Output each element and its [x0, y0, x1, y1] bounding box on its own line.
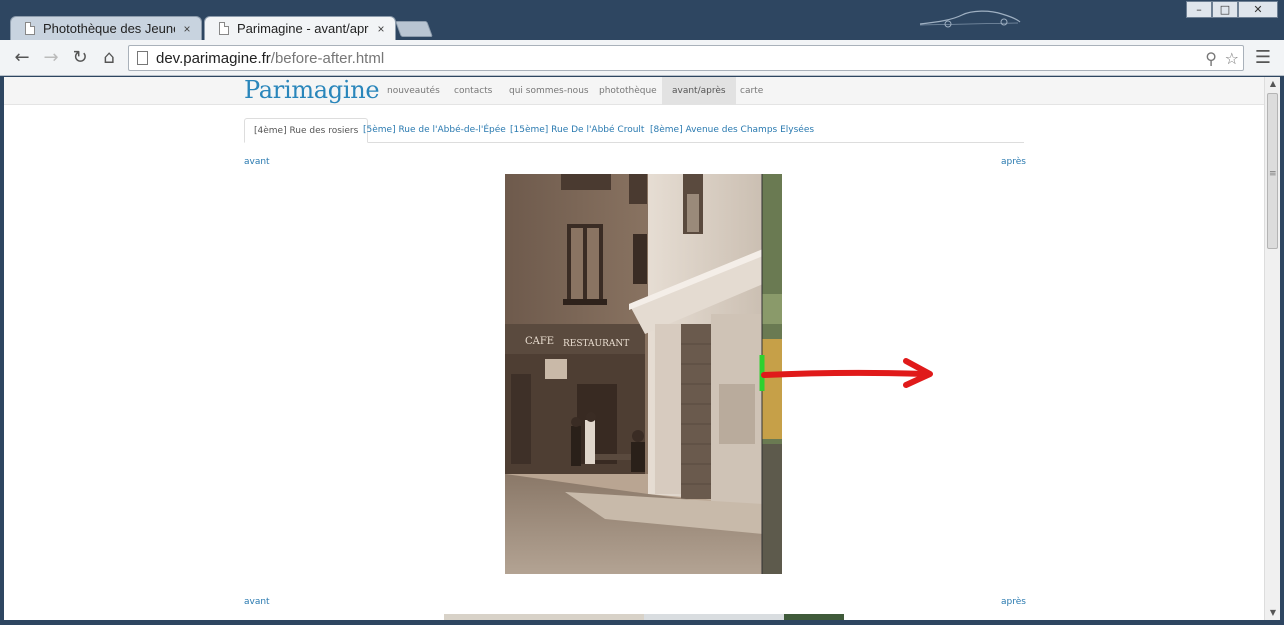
- tab-title: Photothèque des Jeunes P: [43, 21, 175, 36]
- scroll-grip-icon: ≡: [1269, 169, 1277, 179]
- restaurant-sign-text: RESTAURANT: [563, 339, 629, 349]
- browser-toolbar: ← → ↻ ⌂ dev.parimagine.fr/before-after.h…: [0, 40, 1284, 76]
- star-icon[interactable]: ☆: [1225, 49, 1239, 68]
- before-after-photo[interactable]: CAFE RESTAURANT: [505, 174, 782, 574]
- car-theme-logo: [919, 10, 1021, 28]
- tab-champs-elysees[interactable]: [8ème] Avenue des Champs Elysées: [641, 118, 823, 143]
- nav-contacts[interactable]: contacts: [444, 77, 502, 105]
- second-comparison-photo[interactable]: [444, 614, 844, 620]
- browser-tab-parimagine[interactable]: Parimagine - avant/après ×: [204, 16, 396, 40]
- nav-phototheque[interactable]: photothèque: [589, 77, 667, 105]
- menu-icon[interactable]: ☰: [1253, 48, 1273, 68]
- minimize-button[interactable]: –: [1186, 1, 1212, 18]
- address-url: dev.parimagine.fr/before-after.html: [156, 49, 385, 67]
- tab-title: Parimagine - avant/après: [237, 21, 369, 36]
- nav-avant-apres[interactable]: avant/après: [662, 77, 736, 105]
- street-tabs: [4ème] Rue des rosiers [5ème] Rue de l'A…: [244, 118, 1024, 143]
- address-bar[interactable]: dev.parimagine.fr/before-after.html ⚲ ☆: [128, 45, 1244, 71]
- site-navbar: Parimagine nouveautés contacts qui somme…: [4, 77, 1264, 105]
- page-viewport: Parimagine nouveautés contacts qui somme…: [4, 77, 1264, 620]
- scroll-down-icon[interactable]: ▼: [1265, 606, 1281, 620]
- page-scrollbar[interactable]: ▲ ≡ ▼: [1264, 77, 1280, 620]
- scroll-up-icon[interactable]: ▲: [1265, 77, 1281, 91]
- nav-qui-sommes-nous[interactable]: qui sommes-nous: [499, 77, 599, 105]
- page-icon: [25, 22, 35, 35]
- zoom-icon[interactable]: ⚲: [1205, 49, 1217, 68]
- before-label: avant: [244, 157, 270, 167]
- after-label: après: [1001, 157, 1026, 167]
- browser-titlebar: Photothèque des Jeunes P × Parimagine - …: [0, 0, 1284, 40]
- browser-tab-phototheque[interactable]: Photothèque des Jeunes P ×: [10, 16, 202, 40]
- new-tab-button[interactable]: [395, 21, 433, 37]
- nav-carte[interactable]: carte: [730, 77, 773, 105]
- home-icon[interactable]: ⌂: [99, 48, 119, 68]
- tab-rue-des-rosiers[interactable]: [4ème] Rue des rosiers: [244, 118, 369, 143]
- after-label: après: [1001, 597, 1026, 607]
- maximize-button[interactable]: □: [1212, 1, 1238, 18]
- back-arrow-icon[interactable]: ←: [12, 48, 32, 68]
- drag-arrow-icon[interactable]: [758, 355, 938, 395]
- nav-nouveautes[interactable]: nouveautés: [377, 77, 450, 105]
- page-icon: [137, 51, 148, 65]
- cafe-sign-text: CAFE: [525, 336, 554, 347]
- reload-icon[interactable]: ↻: [70, 48, 90, 68]
- site-brand[interactable]: Parimagine: [244, 77, 380, 104]
- before-label: avant: [244, 597, 270, 607]
- close-window-button[interactable]: ✕: [1238, 1, 1278, 18]
- tab-abbe-de-l-epee[interactable]: [5ème] Rue de l'Abbé-de-l'Épée: [354, 118, 515, 143]
- tab-close-icon[interactable]: ×: [181, 22, 193, 36]
- historic-street-photo: CAFE RESTAURANT: [505, 174, 782, 574]
- forward-arrow-icon[interactable]: →: [41, 48, 61, 68]
- tab-close-icon[interactable]: ×: [375, 22, 387, 36]
- page-icon: [219, 22, 229, 35]
- tab-abbe-croult[interactable]: [15ème] Rue De l'Abbé Croult: [501, 118, 653, 143]
